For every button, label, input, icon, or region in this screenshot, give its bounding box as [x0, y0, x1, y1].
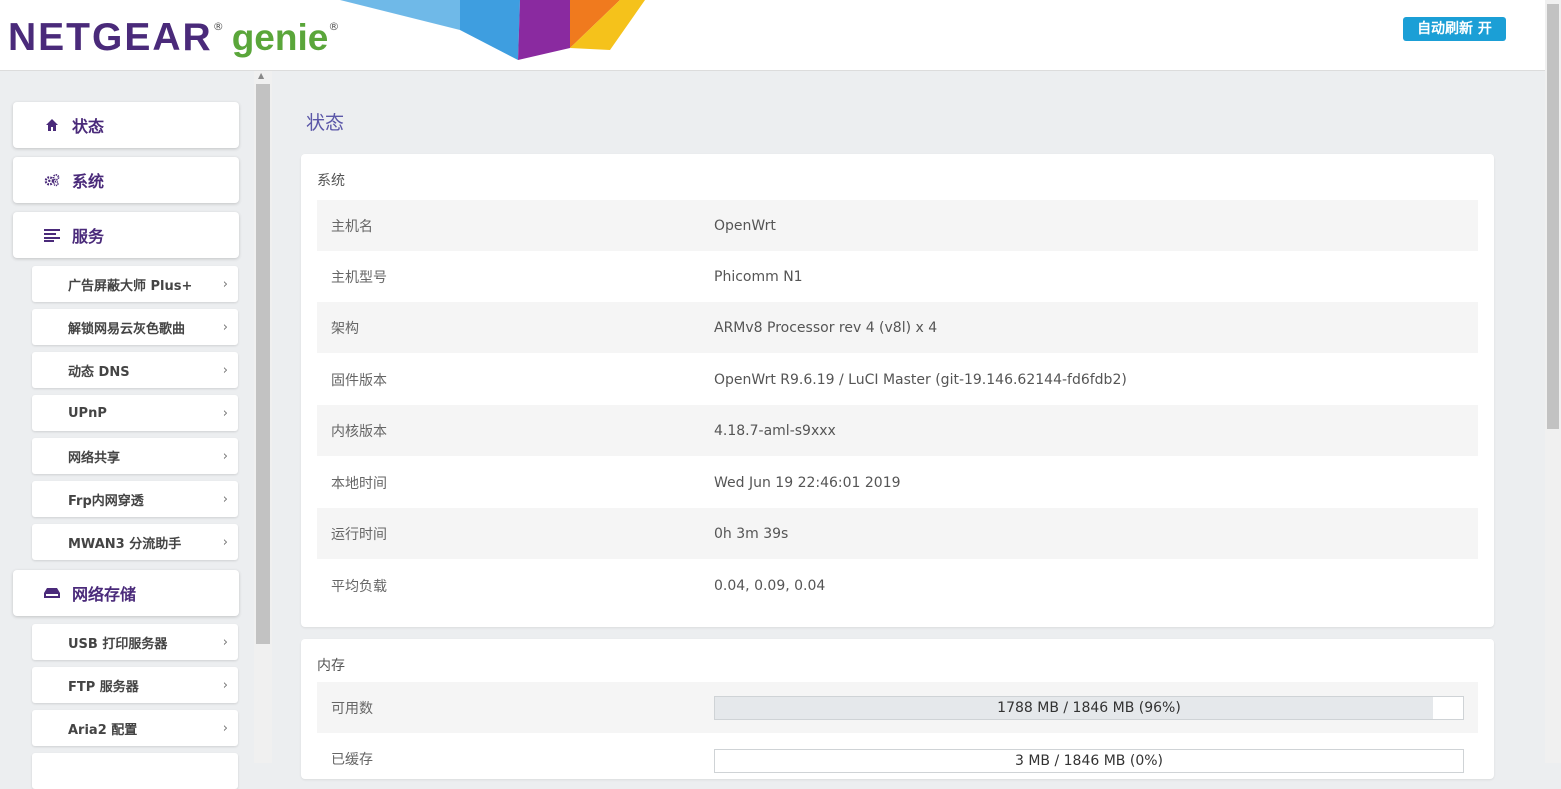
- row-key: 主机名: [331, 218, 373, 235]
- memory-available-progress-bar: 1788 MB / 1846 MB (96%): [714, 696, 1464, 720]
- sidebar-subitem-unblock-netease[interactable]: 解锁网易云灰色歌曲 ›: [32, 309, 238, 345]
- sidebar-item-label: 系统: [72, 172, 105, 191]
- sidebar-subitem-adbyby[interactable]: 广告屏蔽大师 Plus+ ›: [32, 266, 238, 302]
- chevron-right-icon: ›: [222, 276, 228, 292]
- genie-decor-graphic: [340, 0, 645, 60]
- sidebar-item-network-storage[interactable]: 网络存储: [13, 570, 239, 616]
- chevron-right-icon: ›: [222, 534, 228, 550]
- sidebar-subitem-label: Aria2 配置: [68, 722, 138, 738]
- row-value: Phicomm N1: [714, 268, 803, 285]
- home-icon: [44, 117, 60, 133]
- list-icon: [44, 227, 60, 243]
- auto-refresh-toggle-button[interactable]: 自动刷新 开: [1403, 17, 1506, 41]
- chevron-right-icon: ›: [222, 319, 228, 335]
- sidebar-subitem-label: Frp内网穿透: [68, 493, 144, 509]
- row-value: OpenWrt R9.6.19 / LuCI Master (git-19.14…: [714, 371, 1127, 388]
- table-row: 固件版本 OpenWrt R9.6.19 / LuCI Master (git-1…: [317, 354, 1478, 405]
- sidebar-subitem-label: 广告屏蔽大师 Plus+: [68, 278, 193, 294]
- logo-registered-mark-2: ®: [328, 20, 340, 33]
- sidebar-item-label: 网络存储: [72, 585, 137, 604]
- sidebar-subitem-label: USB 打印服务器: [68, 636, 168, 652]
- row-value: Wed Jun 19 22:46:01 2019: [714, 474, 901, 491]
- table-row: 内核版本 4.18.7-aml-s9xxx: [317, 405, 1478, 456]
- table-row: 可用数 1788 MB / 1846 MB (96%): [317, 682, 1478, 733]
- chevron-right-icon: ›: [222, 720, 228, 736]
- sidebar-subitem-partial[interactable]: [32, 753, 238, 789]
- chevron-right-icon: ›: [222, 405, 228, 421]
- sidebar-subitem-ddns[interactable]: 动态 DNS ›: [32, 352, 238, 388]
- scroll-up-arrow-icon[interactable]: ▲: [258, 71, 264, 80]
- page-scrollbar-thumb[interactable]: [1547, 4, 1559, 429]
- row-key: 内核版本: [331, 423, 387, 440]
- row-value: 0h 3m 39s: [714, 525, 789, 542]
- row-key: 运行时间: [331, 526, 387, 543]
- sidebar-subitem-aria2[interactable]: Aria2 配置 ›: [32, 710, 238, 746]
- header: NETGEAR® genie® 自动刷新 开: [0, 0, 1545, 71]
- system-section-title: 系统: [317, 173, 345, 189]
- sidebar-subitem-label: FTP 服务器: [68, 679, 139, 695]
- chevron-right-icon: ›: [222, 634, 228, 650]
- table-row: 运行时间 0h 3m 39s: [317, 508, 1478, 559]
- netgear-genie-logo: NETGEAR® genie®: [8, 16, 339, 60]
- sidebar-subitem-label: MWAN3 分流助手: [68, 536, 182, 552]
- gears-icon: [44, 172, 60, 188]
- row-key: 本地时间: [331, 475, 387, 492]
- row-value: 0.04, 0.09, 0.04: [714, 577, 826, 594]
- progress-text: 3 MB / 1846 MB (0%): [1014, 753, 1163, 769]
- row-key: 可用数: [331, 700, 373, 717]
- row-key: 已缓存: [331, 751, 373, 768]
- memory-card: 内存 可用数 1788 MB / 1846 MB (96%) 已缓存 3 MB …: [301, 639, 1494, 779]
- table-row: 架构 ARMv8 Processor rev 4 (v8l) x 4: [317, 302, 1478, 353]
- sidebar-subitem-label: 解锁网易云灰色歌曲: [68, 321, 186, 337]
- sidebar-item-status[interactable]: 状态: [13, 102, 239, 148]
- sidebar-scrollbar-thumb[interactable]: [256, 84, 270, 644]
- sidebar-subitem-usb-printer[interactable]: USB 打印服务器 ›: [32, 624, 238, 660]
- sidebar-subitem-label: 网络共享: [68, 450, 121, 466]
- logo-netgear-text: NETGEAR: [8, 16, 213, 59]
- sidebar-item-services[interactable]: 服务: [13, 212, 239, 258]
- row-key: 固件版本: [331, 372, 387, 389]
- chevron-right-icon: ›: [222, 448, 228, 464]
- row-key: 主机型号: [331, 269, 387, 286]
- logo-registered-mark: ®: [212, 20, 224, 33]
- sidebar-subitem-ftp-server[interactable]: FTP 服务器 ›: [32, 667, 238, 703]
- row-value: 4.18.7-aml-s9xxx: [714, 422, 836, 439]
- memory-cached-progress-bar: 3 MB / 1846 MB (0%): [714, 749, 1464, 773]
- logo-genie-text: genie: [231, 17, 329, 58]
- sidebar-subitem-frp[interactable]: Frp内网穿透 ›: [32, 481, 238, 517]
- table-row: 主机型号 Phicomm N1: [317, 251, 1478, 302]
- table-row: 本地时间 Wed Jun 19 22:46:01 2019: [317, 457, 1478, 508]
- row-value: OpenWrt: [714, 217, 776, 234]
- progress-text: 1788 MB / 1846 MB (96%): [997, 700, 1181, 716]
- sidebar-subitem-upnp[interactable]: UPnP ›: [32, 395, 238, 431]
- sidebar-item-system[interactable]: 系统: [13, 157, 239, 203]
- sidebar-nav: 状态 系统 服务 广告屏蔽大师 Plus+ › 解锁网易云灰色歌曲 › 动态 DNS…: [0, 71, 254, 789]
- drive-icon: [44, 585, 60, 601]
- sidebar-subitem-label: 动态 DNS: [68, 364, 130, 380]
- sidebar-subitem-mwan3[interactable]: MWAN3 分流助手 ›: [32, 524, 238, 560]
- sidebar-subitem-network-share[interactable]: 网络共享 ›: [32, 438, 238, 474]
- row-key: 平均负载: [331, 578, 387, 595]
- sidebar-subitem-label: UPnP: [68, 405, 107, 421]
- table-row: 平均负载 0.04, 0.09, 0.04: [317, 560, 1478, 611]
- page-title: 状态: [306, 112, 345, 134]
- row-key: 架构: [331, 320, 359, 337]
- system-card: 系统 主机名 OpenWrt 主机型号 Phicomm N1 架构 ARMv8 Pro…: [301, 154, 1494, 627]
- chevron-right-icon: ›: [222, 677, 228, 693]
- chevron-right-icon: ›: [222, 491, 228, 507]
- memory-section-title: 内存: [317, 658, 345, 674]
- sidebar-item-label: 服务: [72, 227, 105, 246]
- sidebar-item-label: 状态: [72, 117, 105, 136]
- row-value: ARMv8 Processor rev 4 (v8l) x 4: [714, 319, 938, 336]
- table-row: 已缓存 3 MB / 1846 MB (0%): [317, 733, 1478, 784]
- table-row: 主机名 OpenWrt: [317, 200, 1478, 251]
- chevron-right-icon: ›: [222, 362, 228, 378]
